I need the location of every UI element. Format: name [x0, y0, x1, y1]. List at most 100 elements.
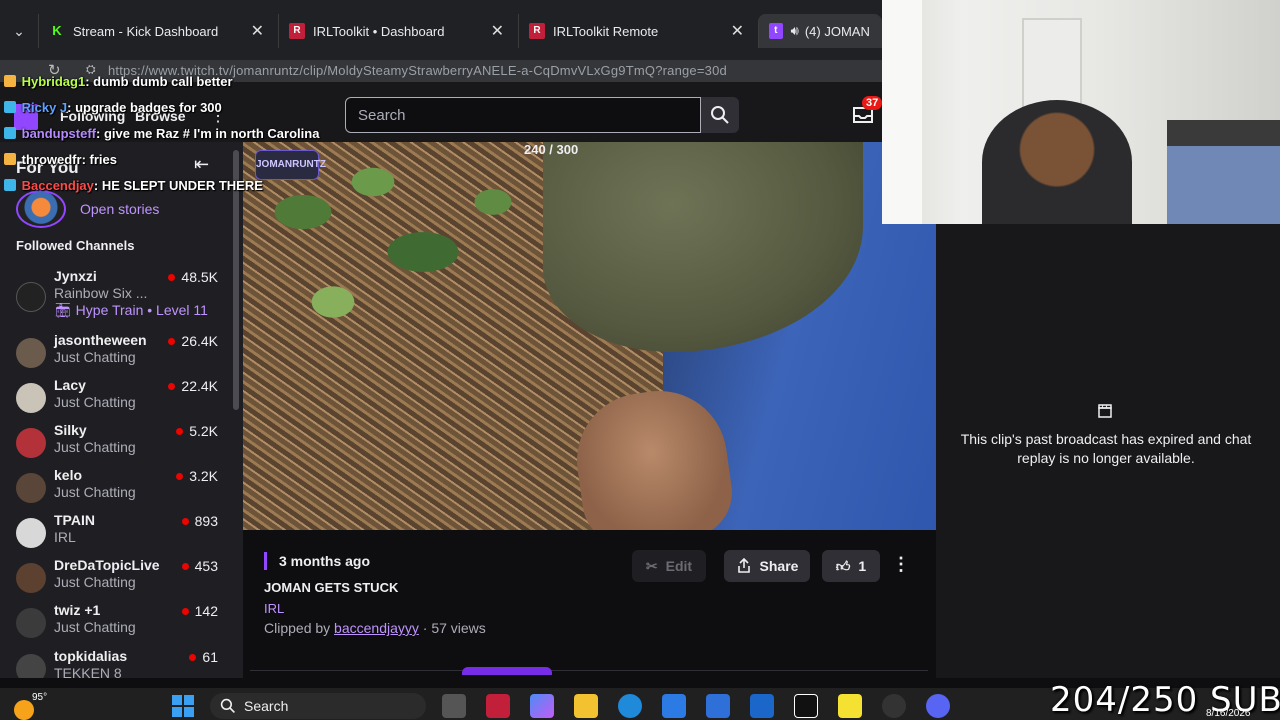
hype-train-label: Hype Train • Level 11 [75, 302, 208, 318]
taskbar-date[interactable]: 8/16/2026 [1206, 708, 1251, 719]
tab-search-chevron-icon[interactable]: ⌄ [8, 20, 30, 42]
close-tab-icon[interactable]: ✕ [731, 21, 744, 41]
more-options-icon[interactable]: ⋮ [892, 554, 910, 575]
overlay-chat-line: bandupsteff: give me Raz # I'm in north … [4, 126, 319, 141]
chat-replay-unavailable-message: This clip's past broadcast has expired a… [960, 431, 1252, 466]
search-button[interactable] [701, 97, 739, 133]
overlay-chat-user: throwedfr [21, 152, 82, 167]
sidebar-channel-topkidalias[interactable]: topkidalias TEKKEN 8 61 [16, 648, 218, 678]
overlay-chat-user: Ricky J [21, 100, 68, 115]
sidebar-channel-tpain[interactable]: TPAIN IRL 893 [16, 512, 218, 552]
file-explorer-icon[interactable] [574, 694, 598, 718]
twitch-icon: t [769, 23, 783, 39]
content-tabs-strip [250, 667, 928, 678]
browser-tab-bar: ⌄ K Stream - Kick Dashboard ✕ R IRLToolk… [0, 0, 882, 60]
clip-category-link[interactable]: IRL [264, 601, 284, 616]
live-dot-icon [181, 562, 189, 570]
clip-video-player[interactable] [243, 142, 936, 530]
share-icon [737, 558, 750, 573]
chat-badge-icon [4, 179, 16, 191]
sidebar-channel-silky[interactable]: Silky Just Chatting 5.2K [16, 422, 218, 462]
sidebar-channel-lacy[interactable]: Lacy Just Chatting 22.4K [16, 377, 218, 417]
task-view-icon[interactable] [442, 694, 466, 718]
close-tab-icon[interactable]: ✕ [251, 21, 264, 41]
channel-game: Just Chatting [54, 439, 136, 455]
viewer-count-value: 142 [194, 603, 218, 619]
avatar [16, 473, 46, 503]
sidebar-scrollbar[interactable] [232, 142, 240, 678]
active-tab-indicator[interactable] [462, 667, 552, 675]
clapperboard-icon [1098, 404, 1112, 418]
app-icon[interactable] [706, 694, 730, 718]
viewer-count: 142 [181, 603, 218, 619]
outlook-icon[interactable] [750, 694, 774, 718]
close-tab-icon[interactable]: ✕ [491, 21, 504, 41]
avatar [16, 518, 46, 548]
sun-icon [14, 700, 34, 720]
tab-title: IRLToolkit • Dashboard [313, 23, 445, 39]
search-field[interactable] [345, 97, 701, 133]
share-button[interactable]: Share [724, 550, 810, 582]
edit-button[interactable]: ✂ Edit [632, 550, 706, 582]
live-dot-icon [176, 472, 184, 480]
clipper-link[interactable]: baccendjayyy [334, 620, 419, 636]
mcafee-icon[interactable] [486, 694, 510, 718]
channel-game: Just Chatting [54, 349, 136, 365]
clip-position-counter: 240 / 300 [524, 142, 579, 157]
inbox-count-badge: 37 [862, 96, 883, 110]
video-frame-arm [543, 142, 863, 352]
clip-credit: Clipped by baccendjayyy · 57 views [264, 620, 486, 636]
avatar [16, 563, 46, 593]
store-icon[interactable] [662, 694, 686, 718]
tab-kick-dashboard[interactable]: K Stream - Kick Dashboard ✕ [38, 14, 274, 48]
tab-irltoolkit-dashboard[interactable]: R IRLToolkit • Dashboard ✕ [278, 14, 514, 48]
obs-icon[interactable] [882, 694, 906, 718]
taskbar-search[interactable]: Search [210, 693, 426, 719]
channel-name: jasontheween [54, 332, 147, 348]
tab-irltoolkit-remote[interactable]: R IRLToolkit Remote ✕ [518, 14, 754, 48]
avatar [16, 428, 46, 458]
overlay-chat-message: : HE SLEPT UNDER THERE [93, 178, 263, 193]
search-icon [220, 698, 235, 713]
call-of-duty-icon[interactable] [794, 694, 818, 718]
viewer-count-value: 453 [194, 558, 218, 574]
copilot-icon[interactable] [530, 694, 554, 718]
windows-start-icon[interactable] [172, 695, 194, 717]
stories-avatar[interactable] [16, 190, 66, 228]
stories-row[interactable]: Open stories [16, 190, 159, 228]
discord-icon[interactable] [926, 694, 950, 718]
speaker-icon[interactable]: 🔊︎ [791, 23, 799, 39]
overlay-chat-line: Ricky J: upgrade badges for 300 [4, 100, 222, 115]
viewer-count-value: 22.4K [181, 378, 218, 394]
sidebar-channel-twiz[interactable]: twiz +1 Just Chatting 142 [16, 602, 218, 642]
sidebar-channel-dredatopiclive[interactable]: DreDaTopicLive Just Chatting 453 [16, 557, 218, 597]
share-label: Share [759, 558, 799, 574]
channel-game: IRL [54, 529, 76, 545]
collapse-sidebar-icon[interactable]: ⇤ [194, 154, 209, 175]
viewer-count: 3.2K [176, 468, 218, 484]
avatar [16, 383, 46, 413]
sidebar-channel-kelo[interactable]: kelo Just Chatting 3.2K [16, 467, 218, 507]
channel-game: Just Chatting [54, 484, 136, 500]
open-stories-link[interactable]: Open stories [80, 201, 159, 217]
like-button[interactable]: 👍︎ 1 [822, 550, 880, 582]
overlay-chat-user: Hybridag1 [21, 74, 86, 89]
viewer-count-value: 48.5K [181, 269, 218, 285]
overlay-chat-line: throwedfr: fries [4, 152, 117, 167]
avatar [16, 654, 46, 678]
edge-icon[interactable] [618, 694, 642, 718]
viewer-count-value: 61 [202, 649, 218, 665]
channel-game: Just Chatting [54, 574, 136, 590]
search-icon [711, 106, 729, 124]
weather-widget[interactable]: 95° [14, 692, 47, 720]
live-dot-icon [168, 337, 176, 345]
overlay-chat-line: Hybridag1: dumb dumb call better [4, 74, 233, 89]
sidebar-channel-jasontheween[interactable]: jasontheween Just Chatting 26.4K [16, 332, 218, 372]
sticky-notes-icon[interactable] [838, 694, 862, 718]
live-dot-icon [176, 427, 184, 435]
avatar [16, 608, 46, 638]
temperature: 95° [32, 692, 48, 703]
tab-twitch-clip[interactable]: t 🔊︎ (4) JOMAN G [758, 14, 882, 48]
search-input[interactable] [346, 98, 700, 132]
clip-age: 3 months ago [264, 552, 370, 570]
